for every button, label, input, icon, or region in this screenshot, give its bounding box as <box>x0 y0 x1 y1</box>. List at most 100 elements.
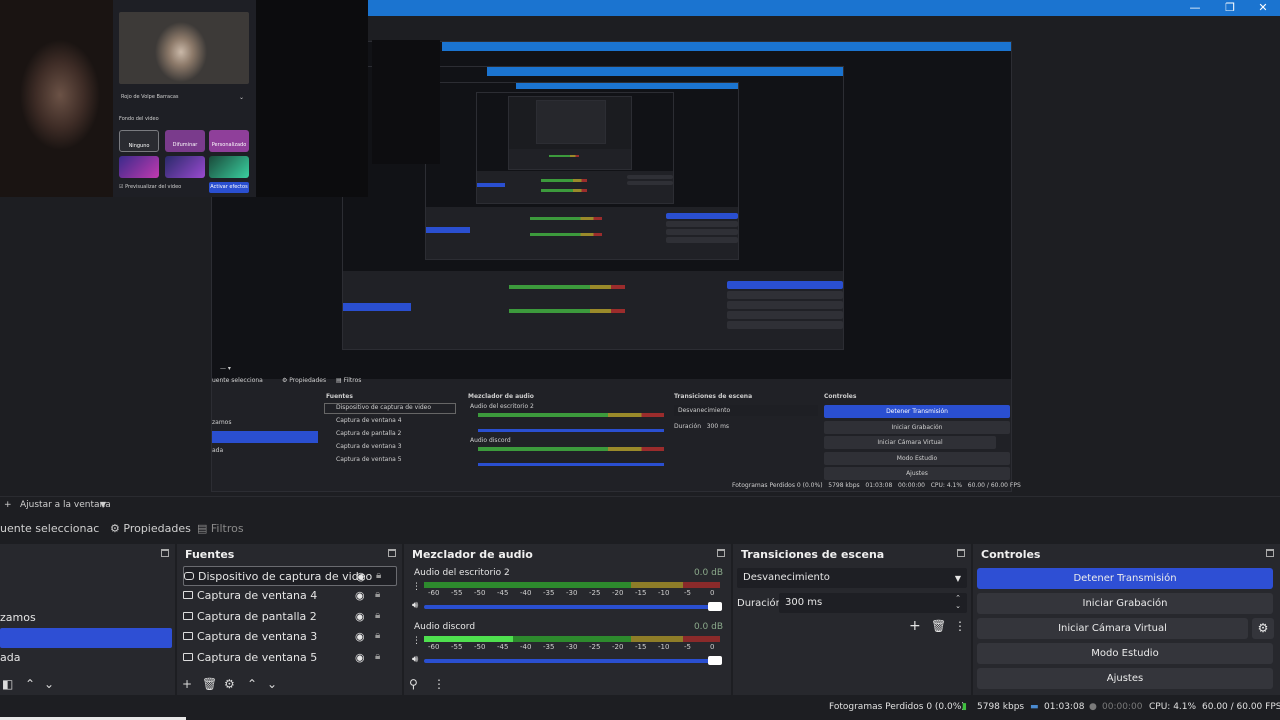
stream-time: 01:03:08 <box>1044 702 1085 712</box>
window-icon <box>183 632 193 640</box>
add-transition-icon[interactable]: + <box>909 618 921 634</box>
move-up-icon[interactable]: ⌃ <box>247 677 257 691</box>
stepper-icon[interactable]: ⌃ ⌄ <box>955 594 961 610</box>
transition-menu-icon[interactable]: ⋮ <box>954 619 966 633</box>
bitrate: 5798 kbps <box>977 702 1025 712</box>
preview-scale-bar: + Ajustar a la ventana ▼ <box>0 496 1280 514</box>
filters-button[interactable]: ▤ Filtros <box>197 522 244 535</box>
speaker-icon[interactable]: 🔊︎ <box>412 600 418 611</box>
gear-icon: ⚙ <box>110 522 120 535</box>
camera-channel-label: Rojo de Volpe Barracas <box>121 94 179 100</box>
scene-item[interactable]: zamos <box>0 608 175 628</box>
lock-icon[interactable]: 🔒︎ <box>375 651 380 662</box>
slider-handle[interactable] <box>708 656 722 665</box>
nested-docks: — ▾ uente selecciona ⚙ Propiedades ▤ Fil… <box>212 365 1011 491</box>
virtual-camera-settings-button[interactable]: ⚙ <box>1252 618 1274 639</box>
source-item[interactable]: Captura de ventana 5 ◉ 🔒︎ <box>183 648 397 668</box>
link-icon[interactable]: ⚲ <box>409 677 418 691</box>
transition-select[interactable]: Desvanecimiento ▼ <box>737 568 967 588</box>
effect-thumb-2[interactable] <box>165 156 205 178</box>
start-virtual-camera-button[interactable]: Iniciar Cámara Virtual <box>977 618 1248 639</box>
preview-thumb-left <box>372 40 440 164</box>
eye-icon[interactable]: ◉ <box>355 610 365 623</box>
gear-icon[interactable]: ⚙ <box>224 677 235 691</box>
add-icon[interactable]: + <box>4 500 12 510</box>
volume-slider[interactable] <box>424 602 722 611</box>
db-scale: -60 -55 -50 -45 -40 -35 -30 -25 -20 -15 -10 -5 0 <box>428 589 715 597</box>
camera-effects-panel: Rojo de Volpe Barracas ⌄ Fondo del video… <box>113 0 256 197</box>
trash-icon[interactable]: 🗑︎ <box>931 619 946 633</box>
eye-icon[interactable]: ◉ <box>355 651 365 664</box>
trash-icon[interactable]: 🗑︎ <box>202 677 217 691</box>
eye-icon[interactable]: ◉ <box>355 630 365 643</box>
channel-name: Audio del escritorio 2 <box>414 568 510 578</box>
fit-to-window-label[interactable]: Ajustar a la ventana <box>20 500 111 510</box>
window-icon <box>183 653 193 661</box>
dock-float-icon[interactable] <box>161 549 169 557</box>
source-item-selected[interactable]: Dispositivo de captura de video ◉ 🔒︎ <box>183 566 397 586</box>
scene-filter-icon[interactable]: ◧ <box>2 677 13 691</box>
mixer-menu-icon[interactable]: ⋮ <box>433 677 445 691</box>
eye-icon[interactable]: ◉ <box>355 589 365 602</box>
chevron-down-icon[interactable]: ▼ <box>100 500 106 509</box>
volume-slider[interactable] <box>424 656 722 665</box>
duration-input[interactable]: 300 ms ⌃ ⌄ <box>779 593 967 613</box>
effect-thumb-1[interactable] <box>119 156 159 178</box>
lock-icon[interactable]: 🔒︎ <box>375 589 380 600</box>
nested-titlebar <box>442 42 1011 51</box>
minimize-button[interactable]: — <box>1178 0 1212 16</box>
transitions-title: Transiciones de escena <box>741 548 885 561</box>
scene-item[interactable]: ada <box>0 648 175 668</box>
slider-handle[interactable] <box>708 602 722 611</box>
chevron-down-icon: ▼ <box>954 574 961 583</box>
lock-icon[interactable]: 🔒︎ <box>375 610 380 621</box>
lock-icon[interactable]: 🔒︎ <box>375 630 380 641</box>
source-item[interactable]: Captura de ventana 3 ◉ 🔒︎ <box>183 627 397 647</box>
studio-mode-button[interactable]: Modo Estudio <box>977 643 1273 664</box>
dock-float-icon[interactable] <box>1266 549 1274 557</box>
camera-preview-thumbnail <box>119 12 249 84</box>
move-down-icon[interactable]: ⌄ <box>267 677 277 691</box>
move-up-icon[interactable]: ⌃ <box>25 677 35 691</box>
sources-title: Fuentes <box>185 548 235 561</box>
channel-db: 0.0 dB <box>693 568 723 578</box>
source-item[interactable]: Captura de pantalla 2 ◉ 🔒︎ <box>183 607 397 627</box>
preview-checkbox[interactable]: ☑ Previsualizar del video <box>119 184 181 190</box>
properties-button[interactable]: ⚙ Propiedades <box>110 522 191 535</box>
start-recording-button[interactable]: Iniciar Grabación <box>977 593 1273 614</box>
settings-button[interactable]: Ajustes <box>977 668 1273 689</box>
chevron-down-icon[interactable]: ⌄ <box>239 94 244 101</box>
close-button[interactable]: ✕ <box>1246 0 1280 16</box>
effect-blur[interactable]: Difuminar <box>165 130 205 152</box>
record-icon: ● <box>1089 702 1097 712</box>
video-background-label: Fondo del video <box>119 116 159 122</box>
activate-effects-button[interactable]: Activar efectos <box>209 182 249 193</box>
window-titlebar: — ❐ ✕ <box>368 0 1280 16</box>
speaker-icon[interactable]: 🔊︎ <box>412 654 418 665</box>
lock-icon[interactable]: 🔒︎ <box>376 570 381 581</box>
move-down-icon[interactable]: ⌄ <box>44 677 54 691</box>
audio-mixer-dock: Mezclador de audio Audio del escritorio … <box>404 544 731 695</box>
camera-icon <box>184 572 194 580</box>
restore-button[interactable]: ❐ <box>1213 0 1247 16</box>
dock-float-icon[interactable] <box>388 549 396 557</box>
channel-db: 0.0 dB <box>693 622 723 632</box>
effect-custom[interactable]: Personalizado <box>209 130 249 152</box>
monitor-icon <box>183 612 193 620</box>
source-item[interactable]: Captura de ventana 4 ◉ 🔒︎ <box>183 586 397 606</box>
channel-menu-icon[interactable]: ⋮ <box>412 636 421 646</box>
scene-item-selected[interactable] <box>0 628 172 648</box>
add-source-icon[interactable]: + <box>182 677 192 691</box>
effect-thumb-3[interactable] <box>209 156 249 178</box>
selected-source-label: uente seleccionac <box>0 522 100 535</box>
volume-meter <box>424 582 720 588</box>
eye-icon[interactable]: ◉ <box>356 570 366 583</box>
effect-none[interactable]: Ninguno <box>119 130 159 152</box>
dock-float-icon[interactable] <box>957 549 965 557</box>
preview-dark-region <box>256 0 368 197</box>
channel-menu-icon[interactable]: ⋮ <box>412 582 421 592</box>
dock-float-icon[interactable] <box>717 549 725 557</box>
stop-streaming-button[interactable]: Detener Transmisión <box>977 568 1273 589</box>
filter-icon: ▤ <box>197 522 208 535</box>
stream-icon: ▬ <box>1030 702 1039 712</box>
